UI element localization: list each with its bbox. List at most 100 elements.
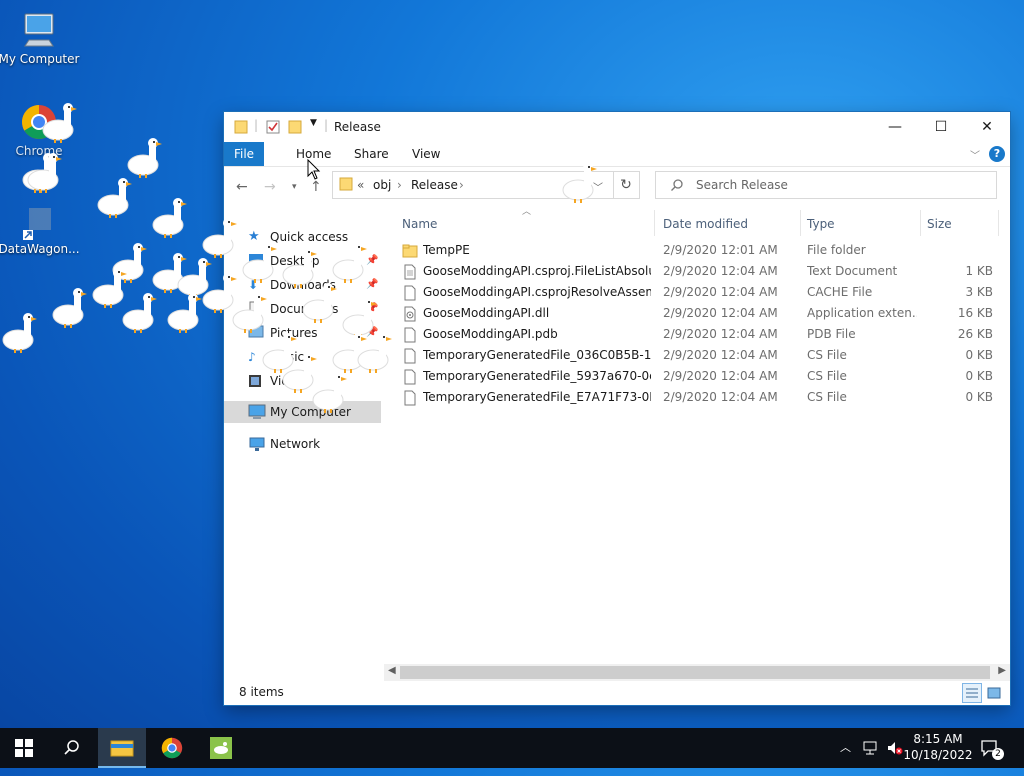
file-size: 26 KB [957,327,993,341]
address-overflow[interactable]: « [357,178,364,192]
system-clock[interactable]: 8:15 AM 10/18/2022 [903,731,973,763]
recent-locations-dropdown-icon[interactable]: ▾ [292,182,297,192]
title-bar: | ▼ | Release — ☐ ✕ [224,112,1010,142]
dll-file-icon [404,306,416,322]
videos-icon [249,375,261,387]
details-view-button[interactable] [962,683,982,703]
start-button[interactable] [0,728,48,768]
goose-icon [167,293,202,333]
desktop-icon-datawagon[interactable]: DataWagon... [0,200,84,256]
folder-icon [339,177,353,191]
chrome-icon [161,737,183,759]
column-header-name[interactable]: Name [402,214,437,234]
file-name: TemporaryGeneratedFile_E7A71F73-0F8D... [423,390,651,404]
music-icon: ♪ [248,350,256,364]
nav-item-network[interactable]: Network [224,433,381,455]
file-row[interactable]: TemporaryGeneratedFile_036C0B5B-1481... 2… [396,345,1000,366]
column-header-size[interactable]: Size [927,214,952,234]
file-row[interactable]: TempPE 2/9/2020 12:01 AM File folder [396,240,1000,261]
scroll-left-icon[interactable]: ◀ [388,665,396,676]
scroll-right-icon[interactable]: ▶ [998,665,1006,676]
scrollbar-thumb[interactable] [400,666,990,679]
column-header-date-modified[interactable]: Date modified [663,214,748,234]
file-row[interactable]: GooseModdingAPI.csprojResolveAssemb... 2/… [396,282,1000,303]
breadcrumb-chevron-icon[interactable]: › [459,178,464,192]
large-icons-view-button[interactable] [984,683,1004,703]
navigation-bar: ← → ▾ ↑ « obj › Release › ﹀ ↻ Search Rel… [224,167,1010,205]
customize-qa-dropdown-icon[interactable]: ▼ [310,118,317,128]
volume-muted-icon[interactable] [886,740,904,756]
show-hidden-icons-icon[interactable]: ︿ [840,728,851,768]
file-size: 1 KB [965,264,993,278]
taskbar-file-explorer[interactable] [98,728,146,768]
ribbon-tabs: File Home Share View ﹀ ? [224,142,1010,167]
clock-time: 8:15 AM [913,732,963,746]
desktop-icon-my-computer[interactable]: My Computer [0,10,84,66]
folder-icon [234,120,248,134]
taskbar-search-button[interactable] [48,728,96,768]
file-explorer-icon [110,740,134,757]
refresh-button[interactable]: ↻ [613,171,640,199]
goose-icon [122,293,157,333]
goose-icon [242,243,277,283]
file-name: TemporaryGeneratedFile_036C0B5B-1481... [423,348,651,362]
horizontal-scrollbar[interactable]: ◀ ▶ [384,664,1010,681]
file-name: TemporaryGeneratedFile_5937a670-0e60-... [423,369,651,383]
clock-date: 10/18/2022 [903,748,973,762]
file-date-modified: 2/9/2020 12:04 AM [663,348,778,362]
taskbar-goose-app[interactable] [197,728,245,768]
window-title: Release [334,120,381,134]
goose-icon [562,163,597,203]
up-icon[interactable]: ↑ [310,179,322,195]
goose-icon [332,243,367,283]
notification-count-badge: 2 [992,748,1004,760]
file-type: CS File [807,348,847,362]
file-row[interactable]: GooseModdingAPI.pdb 2/9/2020 12:04 AM PDB … [396,324,1000,345]
search-icon [671,179,683,191]
breadcrumb-obj[interactable]: obj [373,178,391,192]
breadcrumb-release[interactable]: Release [411,178,458,192]
goose-icon [127,138,162,178]
column-header-type[interactable]: Type [807,214,835,234]
generic-file-icon [404,285,416,301]
mouse-cursor-icon [307,159,321,180]
network-status-icon[interactable] [862,740,880,756]
desktop-icon-label: DataWagon... [0,242,80,256]
maximize-button[interactable]: ☐ [918,112,964,142]
tab-share[interactable]: Share [342,142,401,166]
properties-icon[interactable] [266,119,280,135]
taskbar: ︿ 8:15 AM 10/18/2022 2 [0,728,1024,768]
file-date-modified: 2/9/2020 12:04 AM [663,390,778,404]
file-size: 0 KB [965,348,993,362]
shortcut-icon [23,208,51,240]
expand-ribbon-icon[interactable]: ﹀ [970,147,980,162]
file-date-modified: 2/9/2020 12:04 AM [663,285,778,299]
tab-view[interactable]: View [400,142,452,166]
tab-file[interactable]: File [224,142,264,166]
file-row[interactable]: GooseModdingAPI.csproj.FileListAbsolute 2… [396,261,1000,282]
goose-icon [232,293,267,333]
new-folder-icon[interactable] [288,119,302,135]
generic-file-icon [404,348,416,364]
nav-item-my-computer[interactable]: My Computer [224,401,381,423]
goose-icon [202,218,237,258]
text-file-icon [404,264,416,280]
action-center-button[interactable]: 2 [980,728,1010,768]
file-size: 3 KB [965,285,993,299]
file-row[interactable]: TemporaryGeneratedFile_E7A71F73-0F8D... 2… [396,387,1000,408]
details-view-icon [966,688,978,698]
minimize-button[interactable]: — [872,112,918,142]
search-input[interactable]: Search Release [696,178,788,192]
search-box[interactable]: Search Release [655,171,997,199]
forward-icon[interactable]: → [264,179,276,195]
start-icon [15,739,33,757]
help-icon[interactable]: ? [989,146,1005,162]
breadcrumb-chevron-icon[interactable]: › [397,178,402,192]
back-icon[interactable]: ← [236,179,248,195]
file-date-modified: 2/9/2020 12:04 AM [663,306,778,320]
close-button[interactable]: ✕ [964,112,1010,142]
file-row[interactable]: TemporaryGeneratedFile_5937a670-0e60-...… [396,366,1000,387]
taskbar-chrome[interactable] [148,728,196,768]
file-row[interactable]: GooseModdingAPI.dll 2/9/2020 12:04 AM Appl… [396,303,1000,324]
network-icon [249,437,265,451]
